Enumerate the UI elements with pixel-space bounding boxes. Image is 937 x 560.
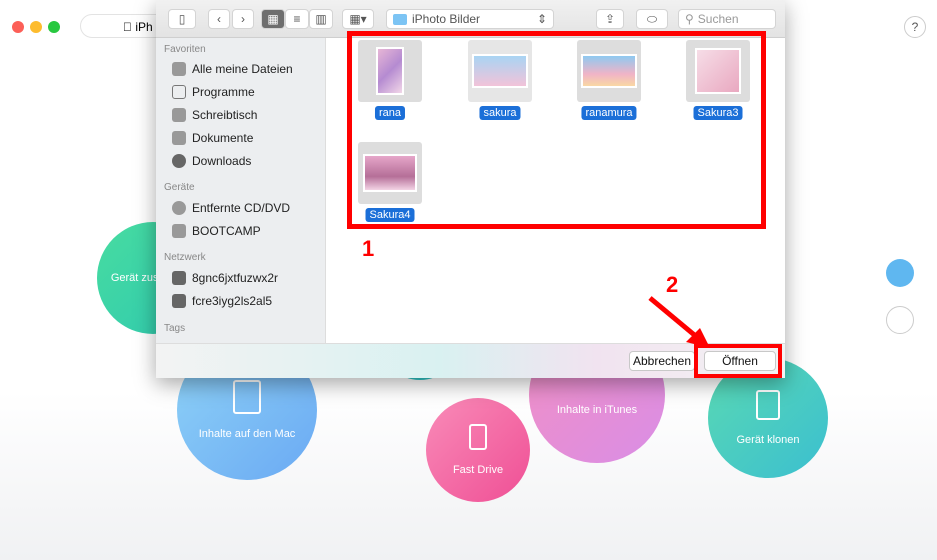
- sidebar-toggle-icon[interactable]: ▯: [168, 9, 196, 29]
- documents-icon: [172, 131, 186, 145]
- phone-clone-icon: [756, 390, 780, 420]
- tag-icon[interactable]: ⬭: [636, 9, 668, 29]
- network-header: Netzwerk: [164, 252, 206, 263]
- back-icon[interactable]: ‹: [208, 9, 230, 29]
- highlight-files-box: [347, 31, 766, 229]
- disc-icon: [172, 201, 186, 215]
- drive-icon: [172, 224, 186, 238]
- arrow-icon: [648, 296, 710, 348]
- all-files-icon: [172, 62, 186, 76]
- message-button[interactable]: [886, 306, 914, 334]
- minimize-window-button[interactable]: [30, 21, 42, 33]
- usb-drive-icon: [469, 424, 487, 450]
- step-1-label: 1: [362, 236, 375, 261]
- icon-view-icon[interactable]: ▦: [261, 9, 285, 29]
- sidebar-item[interactable]: 8gnc6jxtfuzwx2r: [172, 271, 278, 285]
- downloads-icon: [172, 154, 186, 168]
- devices-header: Geräte: [164, 182, 195, 193]
- search-input[interactable]: ⚲ Suchen: [678, 9, 776, 29]
- desktop-icon: [172, 108, 186, 122]
- dialog-sidebar: Favoriten Alle meine Dateien Programme S…: [156, 38, 326, 343]
- list-view-icon[interactable]: ≡: [285, 9, 309, 29]
- apple-icon: : [123, 20, 132, 34]
- zoom-window-button[interactable]: [48, 21, 60, 33]
- tags-header: Tags: [164, 323, 186, 334]
- column-view-icon[interactable]: ▥: [309, 9, 333, 29]
- help-button[interactable]: ?: [904, 16, 926, 38]
- sidebar-item[interactable]: fcre3iyg2ls2al5: [172, 294, 272, 308]
- sidebar-item[interactable]: Programme: [172, 85, 255, 99]
- chevron-updown-icon: ⇕: [536, 12, 547, 26]
- computer-icon: [172, 271, 186, 285]
- monitor-icon: [233, 380, 261, 414]
- search-icon: ⚲: [685, 12, 694, 26]
- forward-icon[interactable]: ›: [232, 9, 254, 29]
- close-window-button[interactable]: [12, 21, 24, 33]
- favorites-header: Favoriten: [164, 44, 206, 55]
- sidebar-item[interactable]: BOOTCAMP: [172, 224, 261, 238]
- sidebar-item[interactable]: Schreibtisch: [172, 108, 257, 122]
- arrange-icon[interactable]: ▦▾: [342, 9, 374, 29]
- applications-icon: [172, 85, 186, 99]
- sidebar-item[interactable]: Alle meine Dateien: [172, 62, 293, 76]
- toolbox-button[interactable]: [886, 259, 914, 287]
- sidebar-item[interactable]: Downloads: [172, 154, 251, 168]
- circle-fast-drive[interactable]: Fast Drive: [426, 398, 530, 502]
- sidebar-item[interactable]: Dokumente: [172, 131, 253, 145]
- sidebar-item[interactable]: Entfernte CD/DVD: [172, 201, 290, 215]
- folder-icon: [393, 13, 407, 25]
- computer-icon: [172, 294, 186, 308]
- location-dropdown[interactable]: iPhoto Bilder ⇕: [386, 9, 554, 29]
- share-icon[interactable]: ⇪: [596, 9, 624, 29]
